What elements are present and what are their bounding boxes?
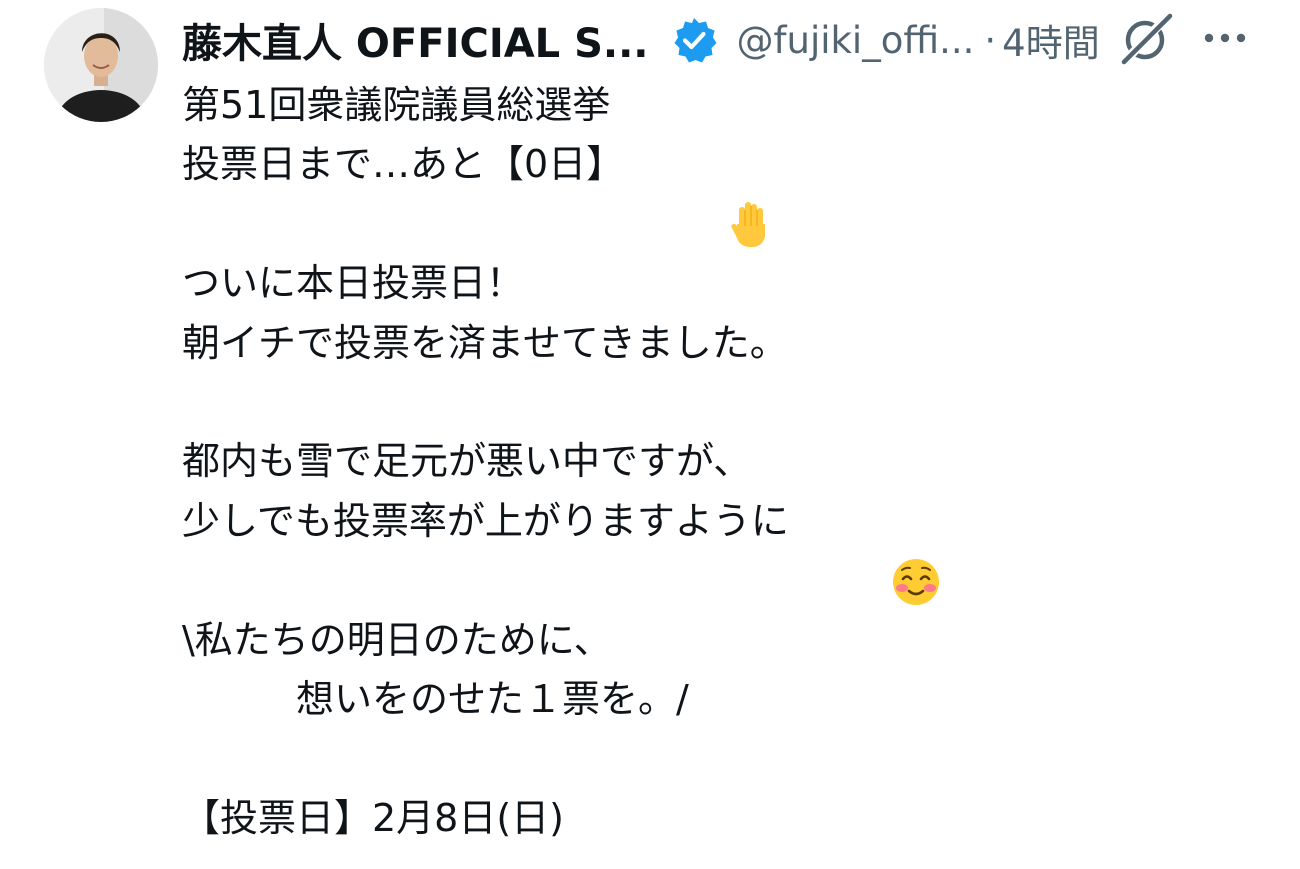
grok-icon[interactable] xyxy=(1118,10,1176,68)
tweet-line-text: 都内も雪で足元が悪い中ですが、 xyxy=(182,439,752,484)
tweet-line-text: 第51回衆議院議員総選挙 xyxy=(182,83,611,127)
verified-badge-icon[interactable] xyxy=(670,16,718,64)
tweet-line-text: 少しでも投票率が上がりますように xyxy=(182,498,789,543)
more-horizontal-icon[interactable] xyxy=(1200,18,1250,58)
display-name[interactable]: 藤木直人 OFFICIAL S... xyxy=(182,11,648,69)
raised-hand-emoji xyxy=(628,139,765,248)
avatar-photo xyxy=(44,8,158,122)
tweet-line xyxy=(182,373,1262,432)
tweet-line: 想いをのせた１票を。/ xyxy=(182,670,1262,729)
tweet-header: 藤木直人 OFFICIAL S... @fujiki_offi... · 4時間 xyxy=(182,12,1262,68)
tweet-line: \私たちの明日のために、 xyxy=(182,611,1262,670)
tweet-line xyxy=(182,729,1262,788)
tweet-line: 都内も雪で足元が悪い中ですが、 xyxy=(182,432,1262,491)
tweet-line-text: \私たちの明日のために、 xyxy=(182,617,612,662)
tweet-line: ついに本日投票日！ xyxy=(182,254,1262,313)
tweet-line-text: 投票日まで…あと【0日】 xyxy=(182,142,625,187)
tweet-line-text: 【投票日】2月8日(日) xyxy=(182,795,565,840)
author-handle[interactable]: @fujiki_offi... xyxy=(736,19,974,62)
tweet-line: 朝イチで投票を済ませてきました。 xyxy=(182,314,1262,373)
tweet-line-text: 朝イチで投票を済ませてきました。 xyxy=(182,320,788,365)
tweet-line: 投票日まで…あと【0日】 xyxy=(182,135,1262,248)
tweet-line: 【投票日】2月8日(日) xyxy=(182,789,1262,848)
timestamp[interactable]: 4時間 xyxy=(1002,13,1100,67)
separator-dot: · xyxy=(984,18,997,62)
tweet[interactable]: 藤木直人 OFFICIAL S... @fujiki_offi... · 4時間… xyxy=(0,0,1300,869)
tweet-line: 第51回衆議院議員総選挙 xyxy=(182,76,1262,135)
smiling-face-emoji xyxy=(793,495,939,605)
avatar[interactable] xyxy=(44,8,158,122)
tweet-line-text: ついに本日投票日！ xyxy=(182,261,525,306)
tweet-line xyxy=(182,551,1262,610)
tweet-line: 少しでも投票率が上がりますように xyxy=(182,492,1262,605)
tweet-line-text: 想いをのせた１票を。/ xyxy=(182,676,689,721)
tweet-text: 第51回衆議院議員総選挙 投票日まで…あと【0日】 ついに本日投票日！ 朝イチで… xyxy=(182,76,1262,848)
